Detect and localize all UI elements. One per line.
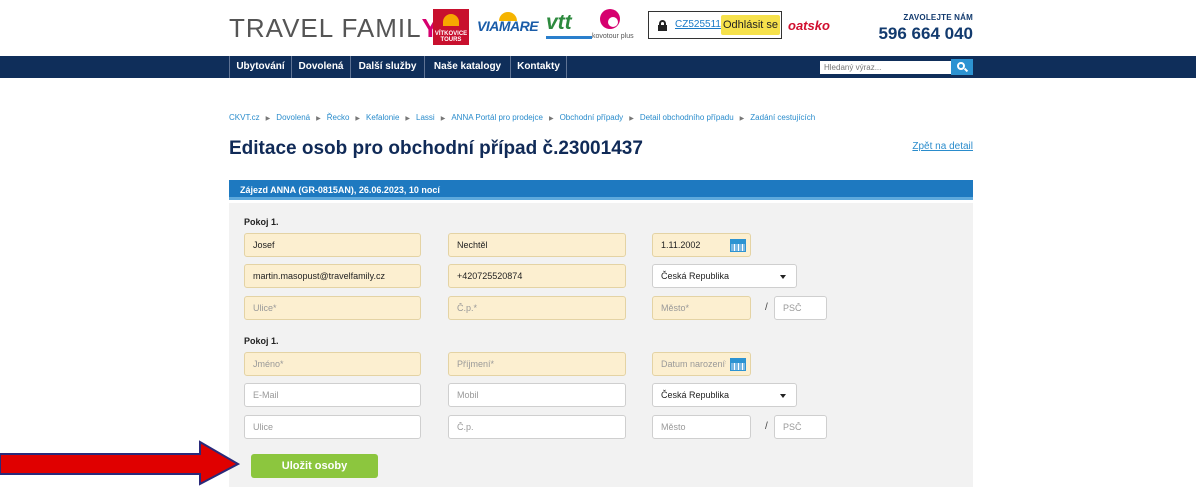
chevron-right-icon: ▶ [548, 116, 554, 122]
person-1-room-label: Pokoj 1. [244, 217, 279, 227]
hidden-brand-text: oatsko [788, 18, 830, 33]
person-2-zip-input[interactable] [774, 415, 827, 439]
person-1-zip-input[interactable] [774, 296, 827, 320]
breadcrumb-item[interactable]: Lassi [416, 113, 435, 122]
breadcrumb-item[interactable]: Dovolená [276, 113, 310, 122]
travel-family-logo[interactable]: TRAVEL FAMILY [229, 13, 440, 44]
person-1-street-input[interactable] [244, 296, 421, 320]
viamare-logo[interactable]: VIAMARE [477, 9, 539, 45]
chevron-right-icon: ▶ [316, 116, 321, 122]
breadcrumb-item[interactable]: Obchodní případy [560, 113, 624, 122]
lock-icon [658, 20, 667, 31]
page-title: Editace osob pro obchodní případ č.23001… [229, 138, 643, 159]
vitkovice-tours-logo[interactable]: VÍTKOVICE TOURS [433, 9, 469, 45]
tour-panel-title: Zájezd ANNA (GR-0815AN), 26.06.2023, 10 … [240, 185, 440, 195]
chevron-right-icon: ▶ [355, 116, 361, 122]
logo-text: TRAVEL FAMIL [229, 13, 422, 43]
main-nav: Ubytování Dovolená Další služby Naše kat… [0, 56, 1196, 78]
chevron-right-icon: ▶ [405, 116, 411, 122]
vtt-logo[interactable]: vtt [546, 9, 592, 45]
search-input[interactable] [820, 61, 951, 74]
person-1-country-value: Česká Republika [661, 271, 730, 281]
breadcrumb-item[interactable]: ANNA Portál pro prodejce [451, 113, 543, 122]
person-1-first-name-input[interactable] [244, 233, 421, 257]
chevron-right-icon: ▶ [629, 116, 634, 122]
person-2-phone-input[interactable] [448, 383, 626, 407]
breadcrumb-item[interactable]: Řecko [327, 113, 350, 122]
back-to-detail-link[interactable]: Zpět na detail [860, 141, 973, 152]
person-1-country-select[interactable]: Česká Republika [652, 264, 797, 288]
person-1-email-input[interactable] [244, 264, 421, 288]
nav-item-ubytovani[interactable]: Ubytování [229, 56, 292, 78]
calendar-icon[interactable] [730, 357, 746, 371]
person-2-country-select[interactable]: Česká Republika [652, 383, 797, 407]
search-icon [957, 62, 969, 73]
tour-panel-header: Zájezd ANNA (GR-0815AN), 26.06.2023, 10 … [229, 180, 973, 200]
breadcrumb-item[interactable]: CKVT.cz [229, 113, 260, 122]
login-box: CZ525511 Odhlásit se [648, 11, 782, 39]
vtt-logo-text: vtt [546, 11, 572, 34]
kovotour-logo-text: kovotour plus [592, 33, 634, 40]
breadcrumb: CKVT.cz ▶ Dovolená ▶ Řecko ▶ Kefalonie ▶ Lassi ▶ A… [229, 113, 815, 122]
nav-item-katalogy[interactable]: Naše katalogy [425, 56, 511, 78]
person-2-room-label: Pokoj 1. [244, 336, 279, 346]
person-2-email-input[interactable] [244, 383, 421, 407]
person-2-country-value: Česká Republika [661, 390, 730, 400]
nav-item-dovolena[interactable]: Dovolená [292, 56, 351, 78]
sun-icon [443, 14, 459, 26]
red-arrow-annotation [0, 440, 240, 486]
user-account-link[interactable]: CZ525511 [675, 19, 721, 30]
breadcrumb-item[interactable]: Detail obchodního případu [640, 113, 734, 122]
vitkovice-logo-text: VÍTKOVICE TOURS [434, 31, 468, 43]
nav-item-dalsi-sluzby[interactable]: Další služby [351, 56, 425, 78]
person-1-city-input[interactable] [652, 296, 751, 320]
kovotour-logo[interactable]: kovotour plus [592, 9, 636, 45]
slash-separator: / [765, 421, 768, 432]
search-button[interactable] [951, 59, 973, 75]
chevron-down-icon [780, 275, 786, 279]
chevron-right-icon: ▶ [739, 116, 745, 122]
save-persons-button[interactable]: Uložit osoby [251, 454, 378, 478]
breadcrumb-item-current[interactable]: Zadání cestujících [750, 113, 815, 122]
person-1-phone-input[interactable] [448, 264, 626, 288]
person-2-house-number-input[interactable] [448, 415, 626, 439]
person-2-first-name-input[interactable] [244, 352, 421, 376]
nav-item-kontakty[interactable]: Kontakty [511, 56, 567, 78]
chevron-right-icon: ▶ [265, 116, 271, 122]
slash-separator: / [765, 302, 768, 313]
chevron-down-icon [780, 394, 786, 398]
wave-icon [546, 36, 592, 39]
site-header: TRAVEL FAMILY VÍTKOVICE TOURS VIAMARE vt… [0, 0, 1196, 56]
breadcrumb-item[interactable]: Kefalonie [366, 113, 399, 122]
chevron-right-icon: ▶ [440, 116, 446, 122]
person-2-last-name-input[interactable] [448, 352, 626, 376]
kovotour-mark-inner [608, 17, 618, 27]
phone-number[interactable]: 596 664 040 [830, 24, 973, 44]
calendar-icon[interactable] [730, 238, 746, 252]
viamare-logo-text: VIAMARE [477, 18, 539, 34]
call-us-label: ZAVOLEJTE NÁM [903, 13, 973, 22]
person-1-house-number-input[interactable] [448, 296, 626, 320]
logout-button[interactable]: Odhlásit se [721, 15, 780, 35]
person-2-street-input[interactable] [244, 415, 421, 439]
person-2-city-input[interactable] [652, 415, 751, 439]
person-1-last-name-input[interactable] [448, 233, 626, 257]
